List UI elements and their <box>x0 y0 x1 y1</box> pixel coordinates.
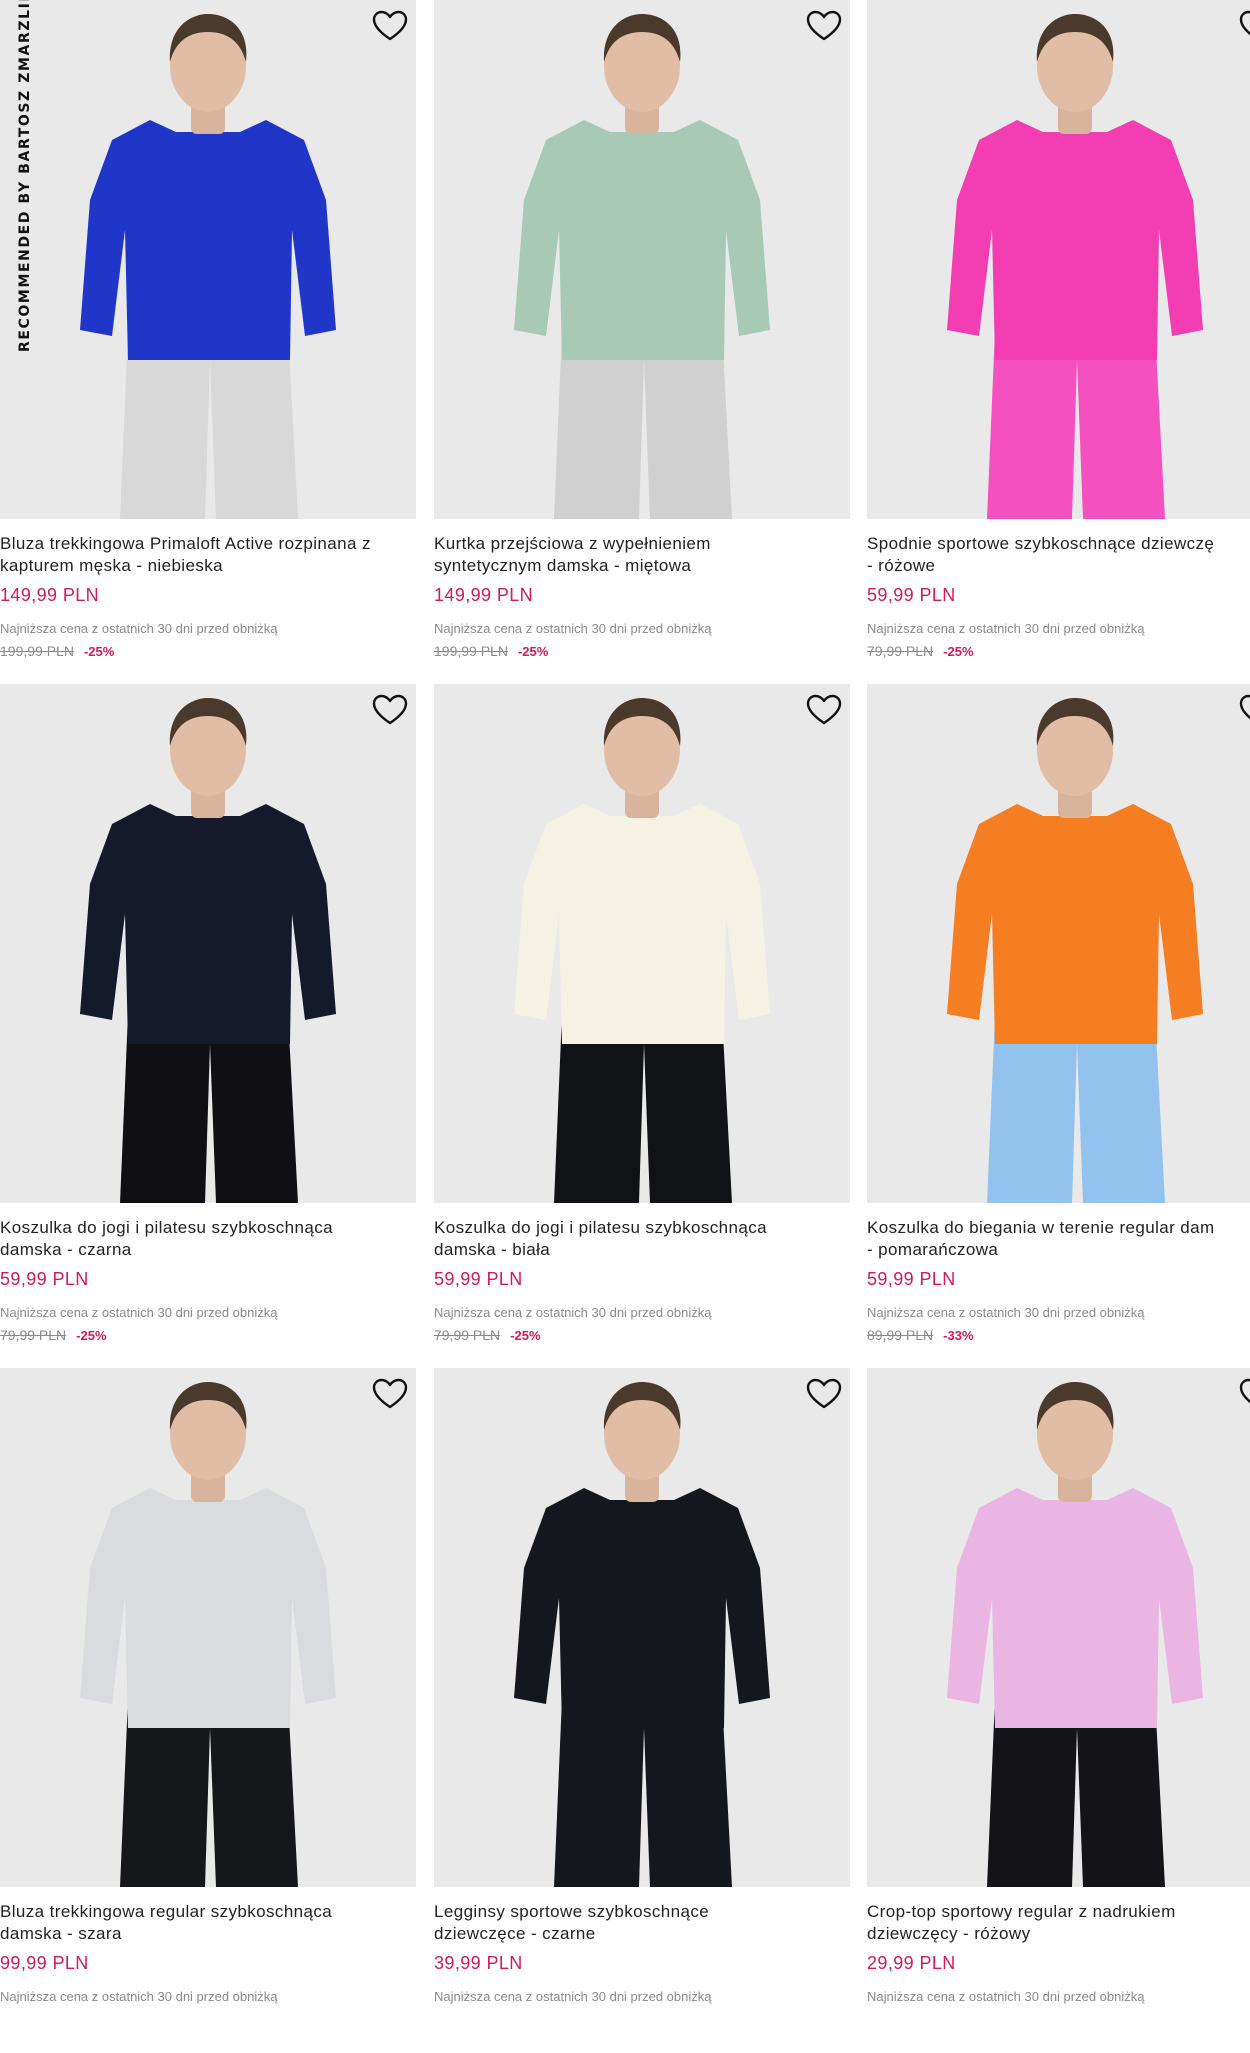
lowest-price-note: Najniższa cena z ostatnich 30 dni przed … <box>0 1305 278 1320</box>
old-price: 79,99 PLN <box>434 1327 501 1343</box>
lowest-price-note: Najniższa cena z ostatnich 30 dni przed … <box>867 1989 1145 2004</box>
wishlist-heart-icon[interactable] <box>372 10 408 42</box>
product-image[interactable] <box>867 0 1250 519</box>
product-name[interactable]: Crop-top sportowy regular z nadrukiem dzi… <box>867 1901 1250 1945</box>
old-price-row: 89,99 PLN -33% <box>867 1327 974 1343</box>
product-name[interactable]: Bluza trekkingowa Primaloft Active rozpi… <box>0 533 420 577</box>
product-name-line: Koszulka do biegania w terenie regular d… <box>867 1218 1215 1237</box>
product-name-line: dziewczęce - czarne <box>434 1924 596 1943</box>
product-name-line: syntetycznym damska - miętowa <box>434 556 692 575</box>
product-name-line: Kurtka przejściowa z wypełnieniem <box>434 534 711 553</box>
product-image[interactable] <box>434 0 850 519</box>
old-price: 199,99 PLN <box>0 643 74 659</box>
old-price-row: 79,99 PLN -25% <box>0 1327 107 1343</box>
product-price: 99,99 PLN <box>0 1953 89 1973</box>
product-name-line: dziewczęcy - różowy <box>867 1924 1031 1943</box>
old-price-row: 79,99 PLN -25% <box>434 1327 541 1343</box>
wishlist-heart-icon[interactable] <box>372 1378 408 1410</box>
product-price: 29,99 PLN <box>867 1953 956 1973</box>
product-name-line: - pomarańczowa <box>867 1240 999 1259</box>
product-grid: Bluza trekkingowa Primaloft Active rozpi… <box>0 0 1250 2014</box>
product-price: 39,99 PLN <box>434 1953 523 1973</box>
recommended-side-label: RECOMMENDED BY BARTOSZ ZMARZLIK <box>4 0 33 360</box>
product-card[interactable]: Spodnie sportowe szybkoschnące dziewczę -… <box>867 0 1250 685</box>
product-price: 149,99 PLN <box>434 585 534 605</box>
recommended-side-text: RECOMMENDED BY BARTOSZ ZMARZLIK <box>17 0 33 352</box>
lowest-price-note: Najniższa cena z ostatnich 30 dni przed … <box>434 621 712 636</box>
discount-badge: -25% <box>510 1328 541 1343</box>
product-card[interactable]: Koszulka do jogi i pilatesu szybkoschnąc… <box>0 684 416 1369</box>
product-name-line: Koszulka do jogi i pilatesu szybkoschnąc… <box>0 1218 333 1237</box>
product-card[interactable]: Kurtka przejściowa z wypełnieniem syntety… <box>434 0 850 685</box>
product-price: 149,99 PLN <box>0 585 100 605</box>
old-price-row: 79,99 PLN -25% <box>867 643 974 659</box>
wishlist-heart-icon[interactable] <box>1239 1378 1250 1410</box>
product-name[interactable]: Spodnie sportowe szybkoschnące dziewczę -… <box>867 533 1250 577</box>
product-price: 59,99 PLN <box>0 1269 89 1289</box>
old-price: 79,99 PLN <box>0 1327 67 1343</box>
product-price: 59,99 PLN <box>434 1269 523 1289</box>
lowest-price-note: Najniższa cena z ostatnich 30 dni przed … <box>0 1989 278 2004</box>
discount-badge: -25% <box>943 644 974 659</box>
product-card[interactable]: Bluza trekkingowa Primaloft Active rozpi… <box>0 0 416 685</box>
product-name-line: damska - szara <box>0 1924 122 1943</box>
product-name-line: kapturem męska - niebieska <box>0 556 223 575</box>
product-image[interactable] <box>867 1368 1250 1887</box>
discount-badge: -25% <box>83 644 115 659</box>
product-name-line: damska - biała <box>434 1240 551 1259</box>
product-card[interactable]: Bluza trekkingowa regular szybkoschnąca d… <box>0 1368 416 2053</box>
lowest-price-note: Najniższa cena z ostatnich 30 dni przed … <box>434 1989 712 2004</box>
product-name[interactable]: Legginsy sportowe szybkoschnące dziewczęc… <box>434 1901 854 1945</box>
product-name[interactable]: Koszulka do biegania w terenie regular d… <box>867 1217 1250 1261</box>
lowest-price-note: Najniższa cena z ostatnich 30 dni przed … <box>434 1305 712 1320</box>
product-card[interactable]: Koszulka do jogi i pilatesu szybkoschnąc… <box>434 684 850 1369</box>
old-price: 89,99 PLN <box>867 1327 934 1343</box>
product-name[interactable]: Koszulka do jogi i pilatesu szybkoschnąc… <box>0 1217 420 1261</box>
lowest-price-note: Najniższa cena z ostatnich 30 dni przed … <box>867 621 1145 636</box>
product-name-line: Bluza trekkingowa regular szybkoschnąca <box>0 1902 333 1921</box>
product-name-line: Spodnie sportowe szybkoschnące dziewczę <box>867 534 1215 553</box>
product-card[interactable]: Koszulka do biegania w terenie regular d… <box>867 684 1250 1369</box>
product-name-line: - różowe <box>867 556 936 575</box>
lowest-price-note: Najniższa cena z ostatnich 30 dni przed … <box>867 1305 1145 1320</box>
product-image[interactable] <box>0 684 416 1203</box>
wishlist-heart-icon[interactable] <box>372 694 408 726</box>
discount-badge: -25% <box>76 1328 107 1343</box>
product-image[interactable] <box>867 684 1250 1203</box>
product-image[interactable] <box>0 0 416 519</box>
discount-badge: -25% <box>517 644 549 659</box>
product-name-line: Bluza trekkingowa Primaloft Active rozpi… <box>0 534 371 553</box>
product-price: 59,99 PLN <box>867 585 956 605</box>
old-price: 199,99 PLN <box>434 643 508 659</box>
product-price: 59,99 PLN <box>867 1269 956 1289</box>
wishlist-heart-icon[interactable] <box>806 10 842 42</box>
product-name-line: Legginsy sportowe szybkoschnące <box>434 1902 710 1921</box>
product-name-line: Crop-top sportowy regular z nadrukiem <box>867 1902 1176 1921</box>
old-price: 79,99 PLN <box>867 643 934 659</box>
old-price-row: 199,99 PLN -25% <box>434 643 548 659</box>
product-image[interactable] <box>434 1368 850 1887</box>
product-name-line: damska - czarna <box>0 1240 132 1259</box>
product-name[interactable]: Kurtka przejściowa z wypełnieniem syntety… <box>434 533 854 577</box>
product-card[interactable]: Crop-top sportowy regular z nadrukiem dzi… <box>867 1368 1250 2053</box>
wishlist-heart-icon[interactable] <box>806 1378 842 1410</box>
discount-badge: -33% <box>943 1328 974 1343</box>
product-name[interactable]: Koszulka do jogi i pilatesu szybkoschnąc… <box>434 1217 854 1261</box>
lowest-price-note: Najniższa cena z ostatnich 30 dni przed … <box>0 621 278 636</box>
product-name[interactable]: Bluza trekkingowa regular szybkoschnąca d… <box>0 1901 420 1945</box>
product-name-line: Koszulka do jogi i pilatesu szybkoschnąc… <box>434 1218 767 1237</box>
wishlist-heart-icon[interactable] <box>806 694 842 726</box>
old-price-row: 199,99 PLN -25% <box>0 643 114 659</box>
product-image[interactable] <box>434 684 850 1203</box>
product-image[interactable] <box>0 1368 416 1887</box>
wishlist-heart-icon[interactable] <box>1239 10 1250 42</box>
product-card[interactable]: Legginsy sportowe szybkoschnące dziewczęc… <box>434 1368 850 2053</box>
wishlist-heart-icon[interactable] <box>1239 694 1250 726</box>
